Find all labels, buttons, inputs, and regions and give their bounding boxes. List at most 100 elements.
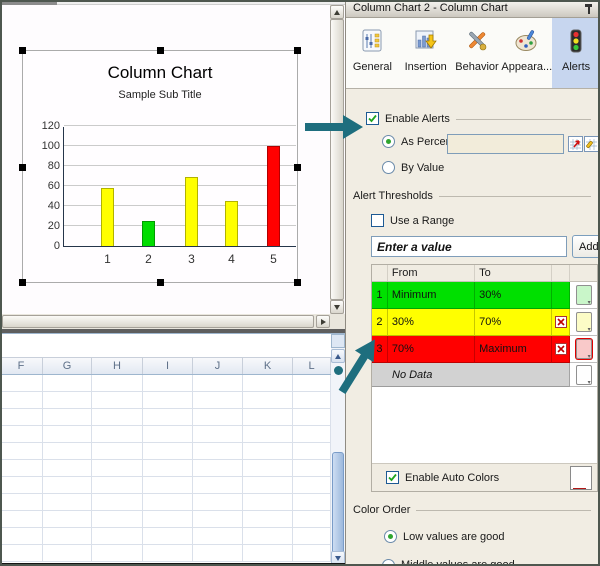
resize-handle[interactable]	[294, 164, 301, 171]
canvas-vscrollbar[interactable]	[330, 5, 344, 314]
sheet-cell[interactable]	[193, 545, 243, 562]
sheet-cell[interactable]	[293, 392, 331, 409]
sheet-cell[interactable]	[243, 443, 293, 460]
column-header[interactable]: J	[193, 358, 243, 374]
percent-radio[interactable]	[382, 135, 395, 148]
sheet-cell[interactable]	[92, 460, 143, 477]
scroll-thumb[interactable]	[332, 452, 344, 556]
scroll-thumb[interactable]	[330, 19, 344, 300]
resize-handle[interactable]	[19, 164, 26, 171]
sheet-cell[interactable]	[293, 494, 331, 511]
scroll-up-button[interactable]	[331, 349, 345, 363]
column-header[interactable]: H	[92, 358, 143, 374]
sheet-cell[interactable]	[143, 460, 193, 477]
sheet-cell[interactable]	[143, 511, 193, 528]
sheet-cell[interactable]	[92, 392, 143, 409]
sheet-cell[interactable]	[43, 511, 92, 528]
sheet-cell[interactable]	[193, 511, 243, 528]
column-header[interactable]: L	[293, 358, 331, 374]
cell-selector-icon[interactable]	[568, 136, 583, 152]
sheet-cell[interactable]	[0, 511, 43, 528]
sheet-cell[interactable]	[143, 494, 193, 511]
sheet-cell[interactable]	[143, 443, 193, 460]
sheet-cell[interactable]	[193, 477, 243, 494]
delete-threshold-icon[interactable]	[555, 316, 567, 328]
sheet-cell[interactable]	[243, 477, 293, 494]
resize-handle[interactable]	[294, 279, 301, 286]
sheet-cell[interactable]	[193, 460, 243, 477]
scroll-down-button[interactable]	[330, 300, 344, 314]
split-box[interactable]	[331, 334, 345, 348]
sheet-cell[interactable]	[293, 511, 331, 528]
sheet-cell[interactable]	[243, 375, 293, 392]
sheet-cell[interactable]	[293, 426, 331, 443]
sheet-cell[interactable]	[243, 392, 293, 409]
sheet-cell[interactable]	[293, 460, 331, 477]
sheet-cell[interactable]	[293, 477, 331, 494]
sheet-cell[interactable]	[92, 528, 143, 545]
color-swatch[interactable]: ▾	[576, 285, 592, 305]
sheet-cell[interactable]	[92, 375, 143, 392]
resize-handle[interactable]	[157, 279, 164, 286]
resize-handle[interactable]	[19, 47, 26, 54]
sheet-cell[interactable]	[92, 494, 143, 511]
sheet-cell[interactable]	[0, 409, 43, 426]
sheet-cell[interactable]	[193, 375, 243, 392]
color-swatch[interactable]: ▾	[576, 312, 592, 332]
by-value-radio[interactable]	[382, 161, 395, 174]
column-chart-widget[interactable]: Column Chart Sample Sub Title 0204060801…	[22, 50, 298, 283]
sheet-cell[interactable]	[293, 545, 331, 562]
sheet-cell[interactable]	[293, 528, 331, 545]
sheet-cell[interactable]	[193, 409, 243, 426]
middle-values-radio[interactable]	[382, 559, 395, 566]
scroll-thumb[interactable]	[2, 315, 314, 328]
threshold-value-input[interactable]	[371, 236, 567, 257]
sheet-cell[interactable]	[43, 545, 92, 562]
sheet-cell[interactable]	[193, 494, 243, 511]
sheet-cell[interactable]	[0, 477, 43, 494]
sheet-cell[interactable]	[243, 494, 293, 511]
sheet-cell[interactable]	[92, 545, 143, 562]
sheet-cell[interactable]	[0, 375, 43, 392]
auto-colors-checkbox[interactable]	[386, 471, 399, 484]
sheet-cell[interactable]	[193, 528, 243, 545]
sheet-cell[interactable]	[293, 409, 331, 426]
low-values-radio[interactable]	[384, 530, 397, 543]
percent-target-input[interactable]	[447, 134, 564, 154]
sheet-cell[interactable]	[0, 545, 43, 562]
resize-handle[interactable]	[157, 47, 164, 54]
column-header[interactable]: G	[43, 358, 92, 374]
tab-general[interactable]: General	[346, 18, 399, 88]
sheet-cell[interactable]	[92, 511, 143, 528]
threshold-row[interactable]: 2 30% 70% ▾	[372, 309, 597, 336]
tab-appearance[interactable]: Appeara...	[501, 18, 552, 88]
add-threshold-button[interactable]: Add	[572, 235, 600, 258]
sheet-cell[interactable]	[243, 460, 293, 477]
color-swatch[interactable]: ▾	[576, 339, 592, 359]
sheet-cell[interactable]	[143, 545, 193, 562]
sheet-cell[interactable]	[43, 426, 92, 443]
sheet-cell[interactable]	[143, 477, 193, 494]
edit-cell-icon[interactable]	[584, 136, 599, 152]
sheet-cell[interactable]	[43, 392, 92, 409]
auto-colors-icon[interactable]	[570, 466, 592, 490]
sheet-cell[interactable]	[193, 426, 243, 443]
sheet-cell[interactable]	[43, 528, 92, 545]
sheet-cell[interactable]	[243, 528, 293, 545]
sheet-cell[interactable]	[143, 528, 193, 545]
sheet-cell[interactable]	[243, 426, 293, 443]
sheet-cell[interactable]	[0, 460, 43, 477]
sheet-cell[interactable]	[243, 409, 293, 426]
sheet-cell[interactable]	[92, 409, 143, 426]
sheet-cell[interactable]	[92, 477, 143, 494]
column-header[interactable]: F	[0, 358, 43, 374]
sheet-cell[interactable]	[143, 426, 193, 443]
no-data-row[interactable]: No Data ▾	[372, 363, 597, 387]
column-header[interactable]: K	[243, 358, 293, 374]
sheet-cell[interactable]	[0, 494, 43, 511]
sheet-cell[interactable]	[193, 443, 243, 460]
threshold-row[interactable]: 1 Minimum 30% ▾	[372, 282, 597, 309]
sheet-cell[interactable]	[0, 528, 43, 545]
column-header[interactable]: I	[143, 358, 193, 374]
tab-alerts[interactable]: Alerts	[552, 18, 600, 88]
